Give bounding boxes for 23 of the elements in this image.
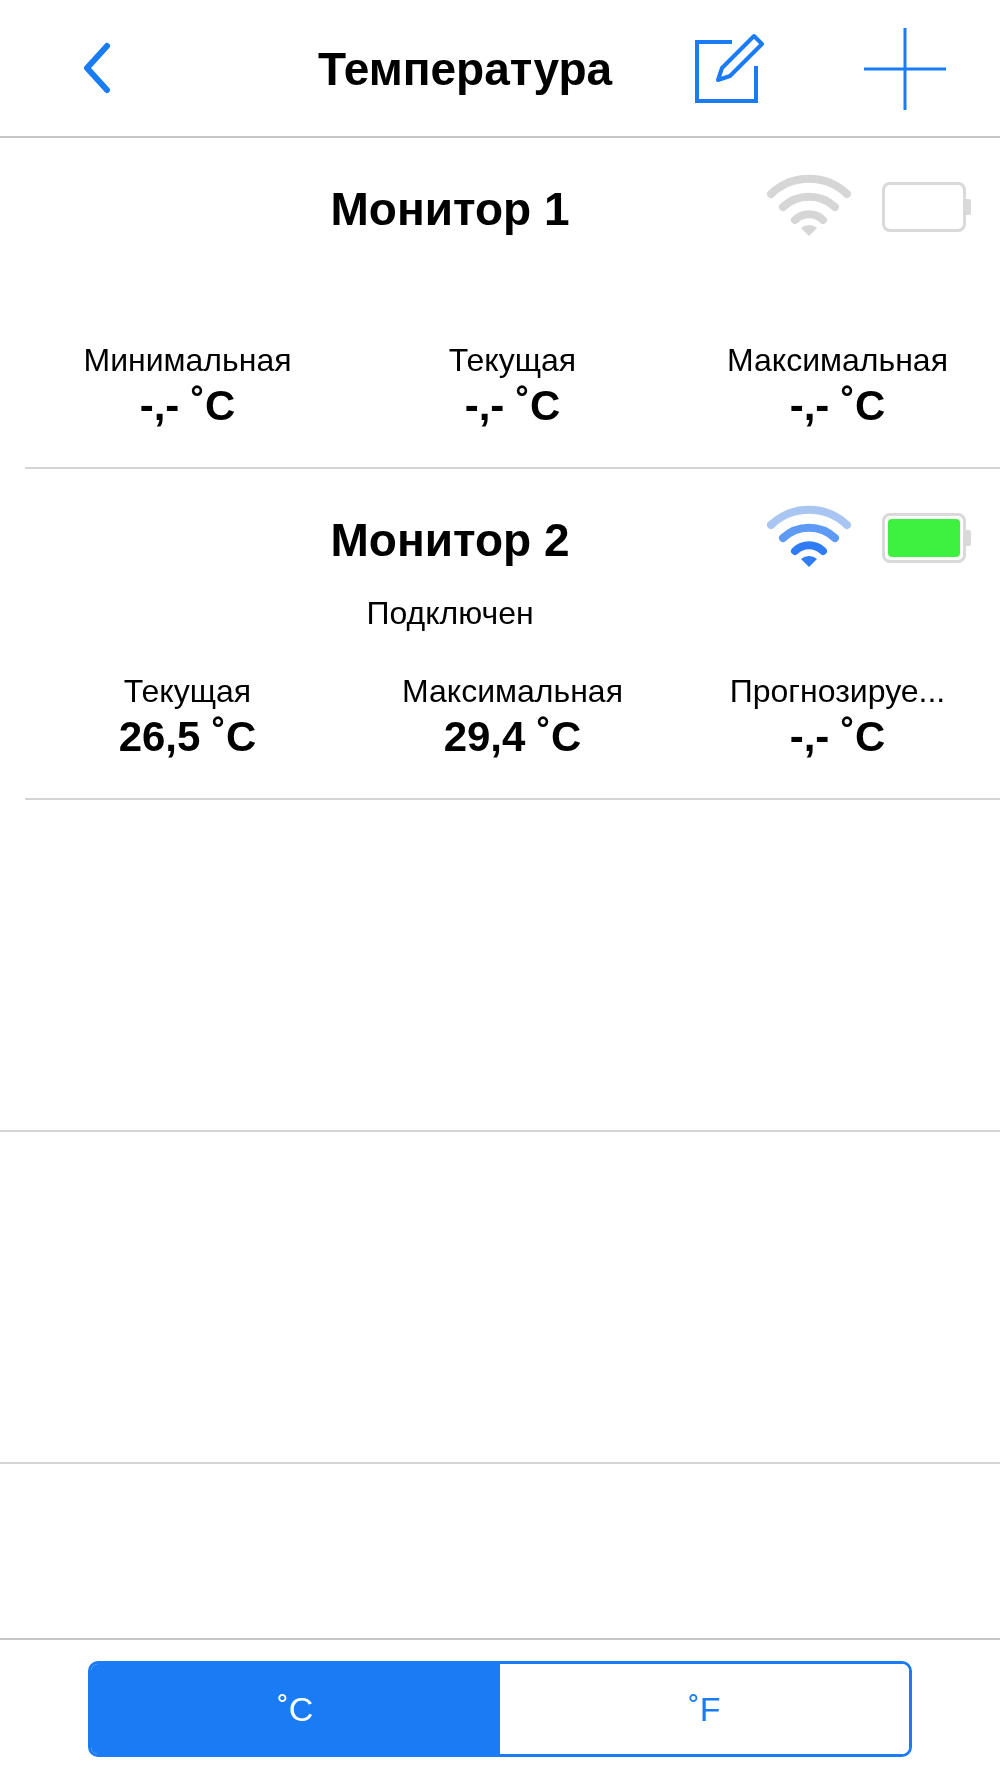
reading-value: 26,5 ˚C xyxy=(118,712,257,762)
battery-icon xyxy=(882,182,971,232)
reading-label: Минимальная xyxy=(83,341,292,380)
monitor-name: Монитор 1 xyxy=(329,182,571,236)
unit-segment[interactable]: ˚C xyxy=(91,1664,500,1754)
reading-value: -,- ˚C xyxy=(139,381,236,431)
reading-value: 29,4 ˚C xyxy=(443,712,582,762)
reading-label: Максимальная xyxy=(727,341,948,380)
reading-label: Максимальная xyxy=(402,672,623,711)
back-chevron-icon xyxy=(81,42,111,94)
reading-label: Прогнозируе... xyxy=(729,672,946,711)
monitor-name: Монитор 2 xyxy=(329,513,571,567)
battery-icon xyxy=(882,513,971,563)
reading-label: Текущая xyxy=(123,672,252,711)
plus-icon xyxy=(862,26,948,112)
reading-value: -,- ˚C xyxy=(464,381,561,431)
screen-title: Температура xyxy=(316,42,614,96)
connection-status: Подключен xyxy=(365,594,535,633)
reading-value: -,- ˚C xyxy=(789,712,886,762)
reading-value: -,- ˚C xyxy=(789,381,886,431)
wifi-icon xyxy=(767,174,851,238)
reading-label: Текущая xyxy=(448,341,577,380)
wifi-icon xyxy=(767,505,851,569)
